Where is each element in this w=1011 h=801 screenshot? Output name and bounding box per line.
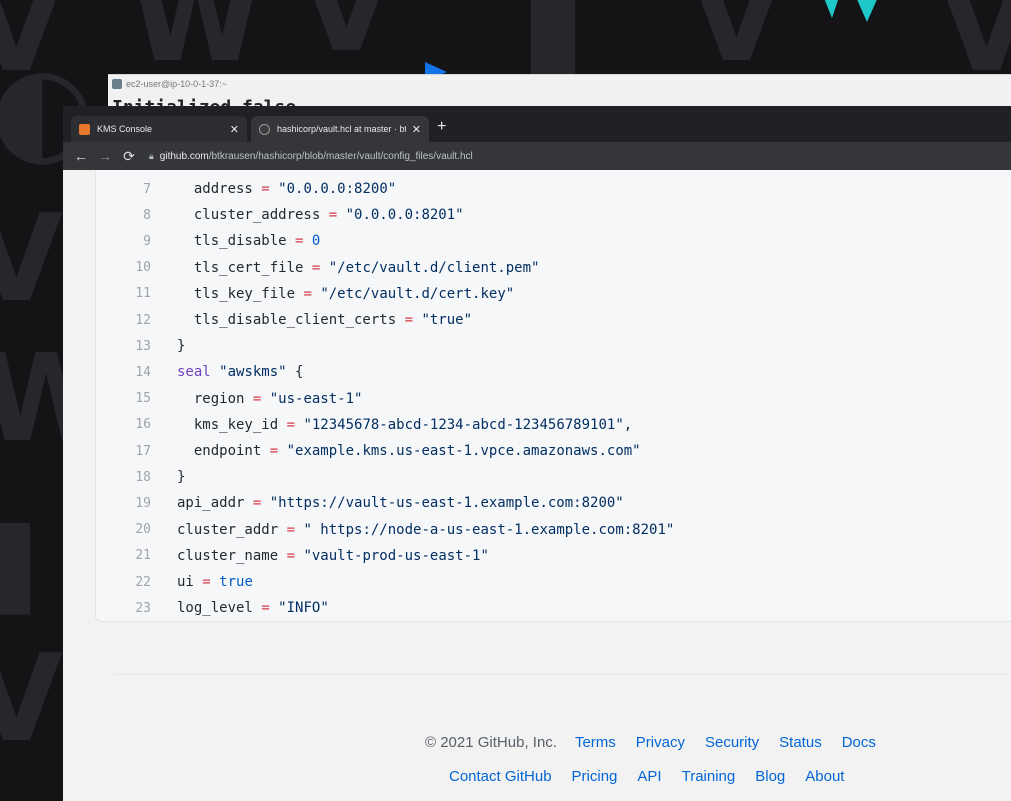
footer-link-pricing[interactable]: Pricing — [572, 768, 618, 785]
footer-link-api[interactable]: API — [637, 768, 661, 785]
code-text: cluster_name = "vault-prod-us-east-1" — [177, 547, 489, 564]
line-number[interactable]: 20 — [96, 522, 151, 537]
code-line: 12 tls_disable_client_certs = "true" — [96, 307, 472, 333]
wallpaper-shape: V — [0, 190, 63, 329]
terminal-icon — [112, 79, 122, 89]
wallpaper-shape: W — [130, 0, 263, 89]
code-text: tls_cert_file = "/etc/vault.d/client.pem… — [177, 259, 540, 276]
lock-icon: 🔒︎ — [149, 150, 154, 161]
github-favicon-icon — [259, 123, 270, 135]
code-text: tls_key_file = "/etc/vault.d/cert.key" — [177, 285, 515, 302]
close-icon[interactable]: ✕ — [230, 123, 239, 136]
browser-toolbar: ← → ⟳ 🔒︎ github.com /btkrausen/hashicorp… — [63, 142, 1011, 170]
footer-link-security[interactable]: Security — [705, 734, 759, 751]
line-number[interactable]: 18 — [96, 470, 151, 485]
code-view: 7 address = "0.0.0.0:8200" 8 cluster_addr… — [95, 170, 1011, 622]
browser-window: KMS Console ✕ hashicorp/vault.hcl at mas… — [63, 106, 1011, 801]
code-line: 20 cluster_addr = " https://node-a-us-eas… — [96, 517, 674, 543]
code-line: 23 log_level = "INFO" — [96, 595, 329, 621]
code-line: 11 tls_key_file = "/etc/vault.d/cert.key… — [96, 281, 514, 307]
code-line: 8 cluster_address = "0.0.0.0:8201" — [96, 202, 464, 228]
footer-copyright: © 2021 GitHub, Inc. — [425, 734, 557, 751]
code-line: 22 ui = true — [96, 569, 253, 595]
code-text: region = "us-east-1" — [177, 390, 363, 407]
footer-link-blog[interactable]: Blog — [755, 768, 785, 785]
code-text: log_level = "INFO" — [177, 600, 329, 617]
line-number[interactable]: 8 — [96, 208, 151, 223]
line-number[interactable]: 15 — [96, 391, 151, 406]
footer-link-terms[interactable]: Terms — [575, 734, 616, 751]
line-number[interactable]: 9 — [96, 234, 151, 249]
line-number[interactable]: 22 — [96, 575, 151, 590]
address-host: github.com — [159, 150, 209, 162]
footer-divider — [113, 674, 1011, 675]
code-line: 21 cluster_name = "vault-prod-us-east-1" — [96, 543, 489, 569]
footer-link-status[interactable]: Status — [779, 734, 822, 751]
line-number[interactable]: 10 — [96, 260, 151, 275]
tab-bar: KMS Console ✕ hashicorp/vault.hcl at mas… — [63, 106, 1011, 142]
code-text: ui = true — [177, 574, 253, 590]
tab-kms-console[interactable]: KMS Console ✕ — [71, 116, 247, 142]
code-text: tls_disable = 0 — [177, 233, 321, 250]
line-number[interactable]: 17 — [96, 444, 151, 459]
footer-link-docs[interactable]: Docs — [842, 734, 876, 751]
wallpaper-shape: V — [690, 0, 783, 89]
address-path: /btkrausen/hashicorp/blob/master/vault/c… — [208, 150, 473, 162]
footer-row-1: © 2021 GitHub, Inc. Terms Privacy Securi… — [425, 734, 896, 751]
footer-link-privacy[interactable]: Privacy — [636, 734, 685, 751]
aws-favicon-icon — [79, 123, 90, 135]
footer-link-training[interactable]: Training — [682, 768, 736, 785]
code-line: 14 seal "awskms" { — [96, 359, 303, 385]
footer-link-about[interactable]: About — [805, 768, 844, 785]
code-line: 16 kms_key_id = "12345678-abcd-1234-abcd… — [96, 412, 632, 438]
footer-link-contact[interactable]: Contact GitHub — [449, 768, 552, 785]
code-text: tls_disable_client_certs = "true" — [177, 312, 473, 328]
reload-icon[interactable]: ⟳ — [117, 148, 141, 165]
code-line: 7 address = "0.0.0.0:8200" — [96, 176, 396, 202]
code-text: kms_key_id = "12345678-abcd-1234-abcd-12… — [177, 416, 633, 433]
code-text: address = "0.0.0.0:8200" — [177, 181, 397, 197]
code-line: 15 region = "us-east-1" — [96, 386, 362, 412]
code-text: api_addr = "https://vault-us-east-1.exam… — [177, 495, 624, 512]
new-tab-plus-icon[interactable]: + — [437, 118, 446, 136]
line-number[interactable]: 16 — [96, 417, 151, 432]
footer-row-2: Contact GitHub Pricing API Training Blog… — [449, 768, 864, 785]
line-number[interactable]: 13 — [96, 339, 151, 354]
wallpaper-shape: V — [0, 630, 63, 769]
close-icon[interactable]: ✕ — [412, 123, 421, 136]
code-text: cluster_addr = " https://node-a-us-east-… — [177, 521, 675, 538]
code-text: cluster_address = "0.0.0.0:8201" — [177, 207, 464, 224]
back-arrow-icon[interactable]: ← — [69, 148, 93, 164]
code-line: 19 api_addr = "https://vault-us-east-1.ex… — [96, 490, 624, 516]
line-number[interactable]: 19 — [96, 496, 151, 511]
line-number[interactable]: 11 — [96, 286, 151, 301]
code-text: seal "awskms" { — [177, 364, 304, 381]
wallpaper-shape: ▮ — [520, 0, 587, 89]
teal-logo-icon — [824, 0, 877, 22]
line-number[interactable]: 12 — [96, 313, 151, 328]
tab-github-vault-hcl[interactable]: hashicorp/vault.hcl at master · bt ✕ — [251, 116, 429, 142]
tab-label: hashicorp/vault.hcl at master · bt — [277, 124, 406, 134]
line-number[interactable]: 14 — [96, 365, 151, 380]
wallpaper-shape: V — [300, 0, 393, 79]
code-line: 10 tls_cert_file = "/etc/vault.d/client.… — [96, 255, 539, 281]
code-line: 18} — [96, 464, 185, 490]
line-number[interactable]: 23 — [96, 601, 151, 616]
line-number[interactable]: 21 — [96, 548, 151, 563]
tab-label: KMS Console — [97, 124, 153, 134]
terminal-title: ec2-user@ip-10-0-1-37:~ — [126, 79, 227, 89]
terminal-titlebar: ec2-user@ip-10-0-1-37:~ — [112, 79, 227, 89]
address-bar[interactable]: 🔒︎ github.com /btkrausen/hashicorp/blob/… — [149, 151, 473, 162]
code-text: endpoint = "example.kms.us-east-1.vpce.a… — [177, 443, 641, 459]
code-line: 9 tls_disable = 0 — [96, 228, 320, 254]
line-number[interactable]: 7 — [96, 182, 151, 197]
code-text: } — [177, 338, 186, 355]
code-line: 17 endpoint = "example.kms.us-east-1.vpc… — [96, 438, 641, 464]
code-line: 13} — [96, 333, 185, 359]
code-text: } — [177, 469, 186, 486]
forward-arrow-icon[interactable]: → — [93, 148, 117, 164]
wallpaper-shape: ▮ — [0, 490, 42, 629]
